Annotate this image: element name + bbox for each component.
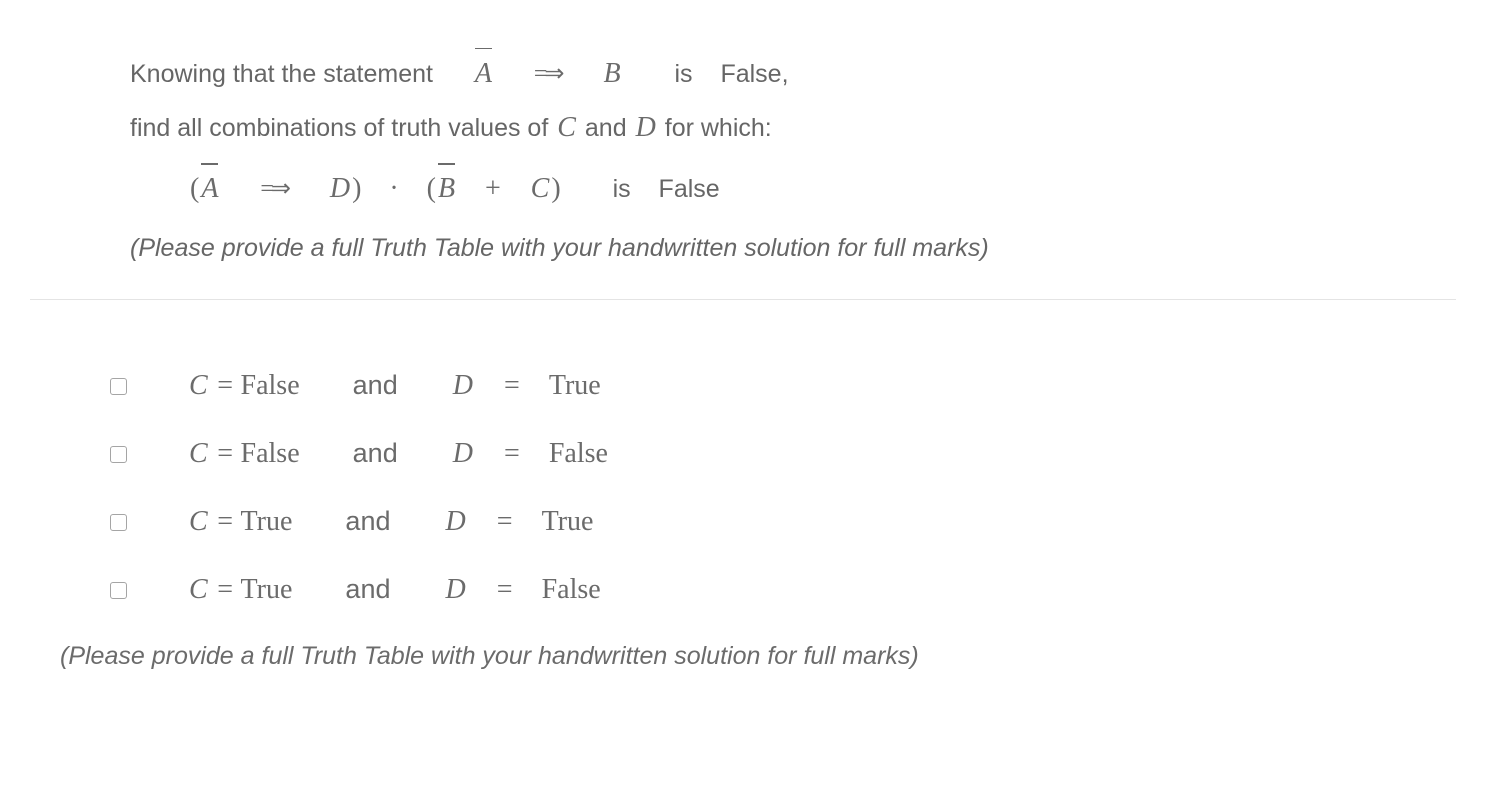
question-block: Knowing that the statement A =⇒ B is Fal… [130,50,1396,269]
var-c-opt: C [187,574,210,606]
dot-symbol: · [389,173,398,204]
var-b-bar: B [436,165,457,213]
var-d-2: D [328,165,352,213]
lparen: ( [190,173,199,204]
implies-symbol: =⇒ [534,61,562,87]
plus-symbol: + [485,173,501,204]
var-c-opt: C [187,438,210,470]
divider [30,299,1456,300]
lparen-2: ( [427,173,436,204]
var-a-bar: A [473,50,494,98]
val-c: False [241,438,300,469]
checkbox[interactable] [110,446,127,463]
option-row[interactable]: C = True and D = False [110,574,1456,606]
question-line-3: (A =⇒ D) · (B + C) is False [190,165,1396,213]
var-d-opt: D [444,574,468,606]
option-text: C = True and D = True [187,506,593,538]
rparen-2: ) [551,173,560,204]
checkbox[interactable] [110,514,127,531]
question-line-2: find all combinations of truth values of… [130,104,1396,152]
eq: = [217,506,233,537]
var-c-2: C [529,165,552,213]
and-word: and [353,370,398,400]
text-is-2: is [613,175,631,203]
var-a-bar-2: A [199,165,220,213]
val-d: True [542,506,594,537]
var-b: B [601,50,622,98]
eq: = [217,438,233,469]
eq: = [497,506,513,537]
val-d: False [549,438,608,469]
option-text: C = False and D = True [187,370,601,402]
var-d-opt: D [451,370,475,402]
checkbox[interactable] [110,378,127,395]
val-d: False [542,574,601,605]
text-and: and [585,114,627,142]
val-c: False [241,370,300,401]
text-result-2: False [659,175,720,203]
option-row[interactable]: C = False and D = True [110,370,1456,402]
question-note: (Please provide a full Truth Table with … [130,227,1396,270]
eq: = [497,574,513,605]
checkbox[interactable] [110,582,127,599]
text-result: False, [720,60,788,88]
text-is: is [674,60,692,88]
var-c-opt: C [187,370,210,402]
eq: = [217,574,233,605]
and-word: and [345,574,390,604]
var-d-opt: D [451,438,475,470]
val-c: True [241,506,293,537]
option-text: C = True and D = False [187,574,601,606]
option-row[interactable]: C = True and D = True [110,506,1456,538]
implies-symbol-2: =⇒ [260,176,288,202]
var-d: D [634,104,658,152]
eq: = [504,370,520,401]
var-d-opt: D [444,506,468,538]
answer-options: C = False and D = True C = False and [110,370,1456,606]
and-word: and [345,506,390,536]
eq: = [217,370,233,401]
var-c-opt: C [187,506,210,538]
option-text: C = False and D = False [187,438,608,470]
footer-note: (Please provide a full Truth Table with … [60,642,1456,671]
page-content: Knowing that the statement A =⇒ B is Fal… [0,0,1486,671]
var-c: C [555,104,578,152]
text-prefix: Knowing that the statement [130,60,433,88]
option-row[interactable]: C = False and D = False [110,438,1456,470]
text-line2: find all combinations of truth values of [130,114,548,142]
val-d: True [549,370,601,401]
text-suffix: for which: [665,114,772,142]
val-c: True [241,574,293,605]
question-line-1: Knowing that the statement A =⇒ B is Fal… [130,50,1396,98]
rparen: ) [352,173,361,204]
eq: = [504,438,520,469]
and-word: and [353,438,398,468]
